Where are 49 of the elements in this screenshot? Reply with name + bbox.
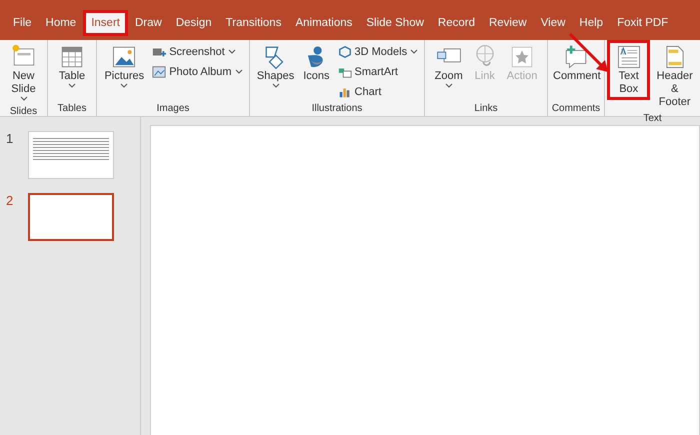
slide-thumbnail[interactable] xyxy=(28,193,114,241)
group-label: Tables xyxy=(56,103,88,116)
ribbon-button[interactable]: Header & Footer xyxy=(651,40,698,113)
ribbon-tab[interactable]: Home xyxy=(38,11,84,35)
ribbon-button[interactable]: Zoom xyxy=(430,40,467,93)
comment-icon xyxy=(563,44,589,70)
ribbon-button[interactable]: Text Box xyxy=(607,40,650,100)
caret-icon xyxy=(20,96,28,102)
ribbon-tab[interactable]: Record xyxy=(430,11,482,35)
ribbon-button[interactable]: Screenshot xyxy=(149,42,246,62)
group-label: Images xyxy=(156,103,190,116)
text-box-icon xyxy=(616,44,642,70)
ribbon-tab[interactable]: Help xyxy=(572,11,610,35)
caret-icon xyxy=(228,49,236,55)
ribbon-tab[interactable]: View xyxy=(534,11,572,35)
caret-icon xyxy=(272,83,280,89)
ribbon-tab[interactable]: Animations xyxy=(288,11,360,35)
ribbon-button[interactable]: Pictures xyxy=(100,40,148,93)
ribbon-tab[interactable]: File xyxy=(6,11,39,35)
ribbon-button[interactable]: Chart xyxy=(334,82,422,102)
ribbon-tab[interactable]: Insert xyxy=(83,10,128,36)
ribbon-button[interactable]: Photo Album xyxy=(149,62,246,82)
group-label: Links xyxy=(473,103,499,116)
ribbon-tab[interactable]: Design xyxy=(168,11,219,35)
ribbon-button[interactable]: Icons xyxy=(299,40,334,87)
ribbon-tab[interactable]: Slide Show xyxy=(359,11,431,35)
caret-icon xyxy=(120,83,128,89)
group-label: Comments xyxy=(550,103,602,116)
ribbon-tab[interactable]: Transitions xyxy=(218,11,288,35)
ribbon-button[interactable]: Table xyxy=(54,40,90,93)
slide-number: 1 xyxy=(6,131,14,148)
ribbon-button[interactable]: Shapes xyxy=(252,40,298,93)
ribbon-tab[interactable]: Draw xyxy=(128,11,169,35)
ribbon-tab[interactable]: Review xyxy=(482,11,534,35)
slide-number: 2 xyxy=(6,193,14,210)
group-label: Illustrations xyxy=(310,103,364,116)
caret-icon xyxy=(234,69,243,75)
ribbon-button[interactable]: New Slide xyxy=(2,40,45,106)
caret-icon xyxy=(444,83,453,89)
picture-icon xyxy=(111,44,138,70)
caret-icon xyxy=(410,49,418,55)
ribbon-tab[interactable]: Foxit PDF xyxy=(610,11,676,35)
ribbon-button[interactable]: 3D Models xyxy=(334,42,422,62)
group-label: Slides xyxy=(8,106,38,117)
group-label: Text xyxy=(642,113,663,124)
photo-album-icon xyxy=(152,65,166,79)
ribbon-button[interactable]: Comment xyxy=(549,40,603,87)
ribbon-button[interactable]: SmartArt xyxy=(334,62,422,82)
caret-icon xyxy=(68,83,76,89)
